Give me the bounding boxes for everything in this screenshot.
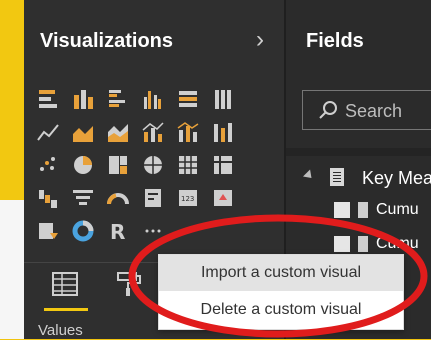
field-row[interactable]: Cumu xyxy=(286,198,431,226)
line-column-icon[interactable] xyxy=(139,119,167,145)
calculator-icon xyxy=(358,202,368,218)
calculator-icon xyxy=(358,236,368,252)
search-placeholder: Search xyxy=(345,101,403,121)
visual-gallery: 123 R xyxy=(34,86,277,249)
fields-list-separator xyxy=(286,148,431,156)
100-bar-icon[interactable] xyxy=(174,86,202,112)
collapse-pane-chevron-icon[interactable]: › xyxy=(256,26,264,54)
area-chart-icon[interactable] xyxy=(69,119,97,145)
field-checkbox[interactable] xyxy=(334,202,350,218)
funnel-icon[interactable] xyxy=(69,185,97,211)
scatter-icon[interactable] xyxy=(34,152,62,178)
fields-well-tab-icon[interactable] xyxy=(50,270,80,298)
filled-map-icon[interactable] xyxy=(174,152,202,178)
active-tab-indicator xyxy=(44,308,88,311)
globe-map-icon[interactable] xyxy=(139,152,167,178)
pie-icon[interactable] xyxy=(69,152,97,178)
stacked-area-icon[interactable] xyxy=(104,119,132,145)
waterfall-icon[interactable] xyxy=(34,185,62,211)
card-icon[interactable] xyxy=(139,185,167,211)
field-label: Cumu xyxy=(376,201,419,218)
matrix-icon[interactable] xyxy=(209,152,237,178)
donut-icon[interactable] xyxy=(69,218,97,244)
multi-row-card-icon[interactable]: 123 xyxy=(174,185,202,211)
table-icon xyxy=(330,168,344,186)
ribbon-chart-icon[interactable] xyxy=(209,119,237,145)
line-stacked-column-icon[interactable] xyxy=(174,119,202,145)
stacked-column-icon[interactable] xyxy=(69,86,97,112)
stacked-bar-icon[interactable] xyxy=(34,86,62,112)
gauge-icon[interactable] xyxy=(104,185,132,211)
clustered-column-icon[interactable] xyxy=(139,86,167,112)
100-column-icon[interactable] xyxy=(209,86,237,112)
kpi-icon[interactable] xyxy=(209,185,237,211)
custom-visual-context-menu: Import a custom visual Delete a custom v… xyxy=(158,254,404,330)
fields-title: Fields xyxy=(306,30,364,52)
clustered-bar-icon[interactable] xyxy=(104,86,132,112)
field-label: Cumu xyxy=(376,235,419,252)
treemap-icon[interactable] xyxy=(104,152,132,178)
values-well-label: Values xyxy=(38,322,83,339)
expand-arrow-icon[interactable] xyxy=(302,169,316,182)
paint-roller-icon[interactable] xyxy=(114,270,144,298)
import-custom-visual-menu-item[interactable]: Import a custom visual xyxy=(159,255,403,291)
visualizations-title: Visualizations xyxy=(40,30,174,52)
svg-text:R: R xyxy=(110,220,125,243)
svg-text:123: 123 xyxy=(181,195,194,203)
table-name-label: Key Mea xyxy=(362,168,431,188)
table-row-key-measures[interactable]: Key Mea xyxy=(286,164,431,192)
fields-search-input[interactable]: Search xyxy=(302,90,431,130)
field-checkbox[interactable] xyxy=(334,236,350,252)
r-visual-icon[interactable]: R xyxy=(104,218,132,244)
slicer-icon[interactable] xyxy=(34,218,62,244)
search-icon xyxy=(319,101,337,119)
more-icon[interactable] xyxy=(139,218,167,244)
delete-custom-visual-menu-item[interactable]: Delete a custom visual xyxy=(159,292,403,328)
line-chart-icon[interactable] xyxy=(34,119,62,145)
